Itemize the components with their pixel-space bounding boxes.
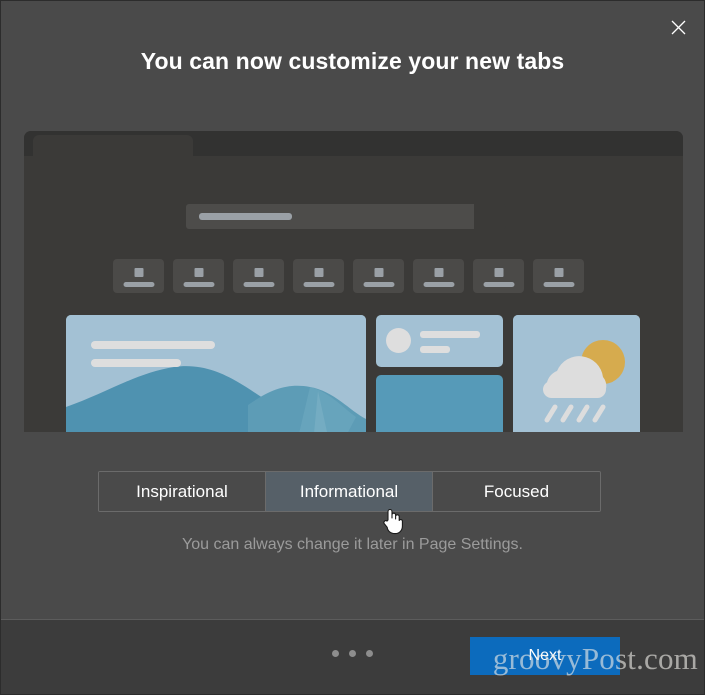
preview-stage [1, 117, 704, 432]
preview-solid-card [376, 375, 503, 432]
close-icon[interactable] [660, 11, 696, 43]
preview-search-placeholder-bar [199, 213, 292, 220]
shortcut-tile-icon [134, 268, 143, 277]
layout-options-area: Inspirational Informational Focused You … [1, 432, 704, 619]
shortcut-tile [353, 259, 404, 293]
avatar [386, 328, 411, 353]
shortcut-tile [533, 259, 584, 293]
layout-option-group: Inspirational Informational Focused [98, 471, 601, 512]
layout-option-focused[interactable]: Focused [433, 472, 600, 511]
shortcut-tile [233, 259, 284, 293]
shortcut-tile-icon [254, 268, 263, 277]
settings-hint-text: You can always change it later in Page S… [182, 536, 523, 553]
preview-weather-card [513, 315, 640, 432]
shortcut-tile-label-bar [243, 282, 274, 287]
pagination-dot-2[interactable] [349, 650, 356, 657]
preview-browser-tab [33, 135, 193, 156]
preview-search-button [474, 204, 506, 229]
hero-card-subline-bar [91, 359, 181, 367]
shortcut-tile [113, 259, 164, 293]
page-title: You can now customize your new tabs [140, 48, 565, 74]
shortcut-tile-icon [314, 268, 323, 277]
dialog-header: You can now customize your new tabs [1, 1, 704, 117]
preview-search-input [186, 204, 496, 229]
layout-option-informational[interactable]: Informational [266, 472, 433, 511]
layout-option-inspirational[interactable]: Inspirational [99, 472, 266, 511]
sun-behind-rain-cloud-icon [513, 315, 640, 432]
shortcut-tile-icon [494, 268, 503, 277]
shortcut-tile [173, 259, 224, 293]
browser-preview-frame [24, 131, 683, 432]
shortcut-tile [413, 259, 464, 293]
hero-card-headline-bar [91, 341, 215, 349]
shortcut-tile-icon [434, 268, 443, 277]
shortcut-tile-label-bar [123, 282, 154, 287]
preview-tabstrip [24, 131, 683, 156]
new-tab-customization-dialog: You can now customize your new tabs Insp… [0, 0, 705, 695]
shortcut-tile-label-bar [183, 282, 214, 287]
shortcut-tile [293, 259, 344, 293]
pagination-dot-1[interactable] [332, 650, 339, 657]
preview-hero-card [66, 315, 366, 432]
preview-content-cards [66, 315, 640, 432]
shortcut-tile-icon [374, 268, 383, 277]
preview-new-tab-page [24, 156, 683, 432]
preview-article-card [376, 315, 503, 367]
dialog-footer: Next [1, 619, 704, 694]
shortcut-tile [473, 259, 524, 293]
next-button[interactable]: Next [470, 637, 620, 675]
article-title-bar [420, 331, 480, 338]
shortcut-tile-label-bar [303, 282, 334, 287]
shortcut-tile-icon [194, 268, 203, 277]
preview-shortcut-tiles [113, 259, 584, 293]
shortcut-tile-label-bar [363, 282, 394, 287]
preview-middle-column [376, 315, 503, 432]
shortcut-tile-label-bar [423, 282, 454, 287]
shortcut-tile-icon [554, 268, 563, 277]
article-meta-bar [420, 346, 450, 353]
pagination-dot-3[interactable] [366, 650, 373, 657]
shortcut-tile-label-bar [543, 282, 574, 287]
shortcut-tile-label-bar [483, 282, 514, 287]
